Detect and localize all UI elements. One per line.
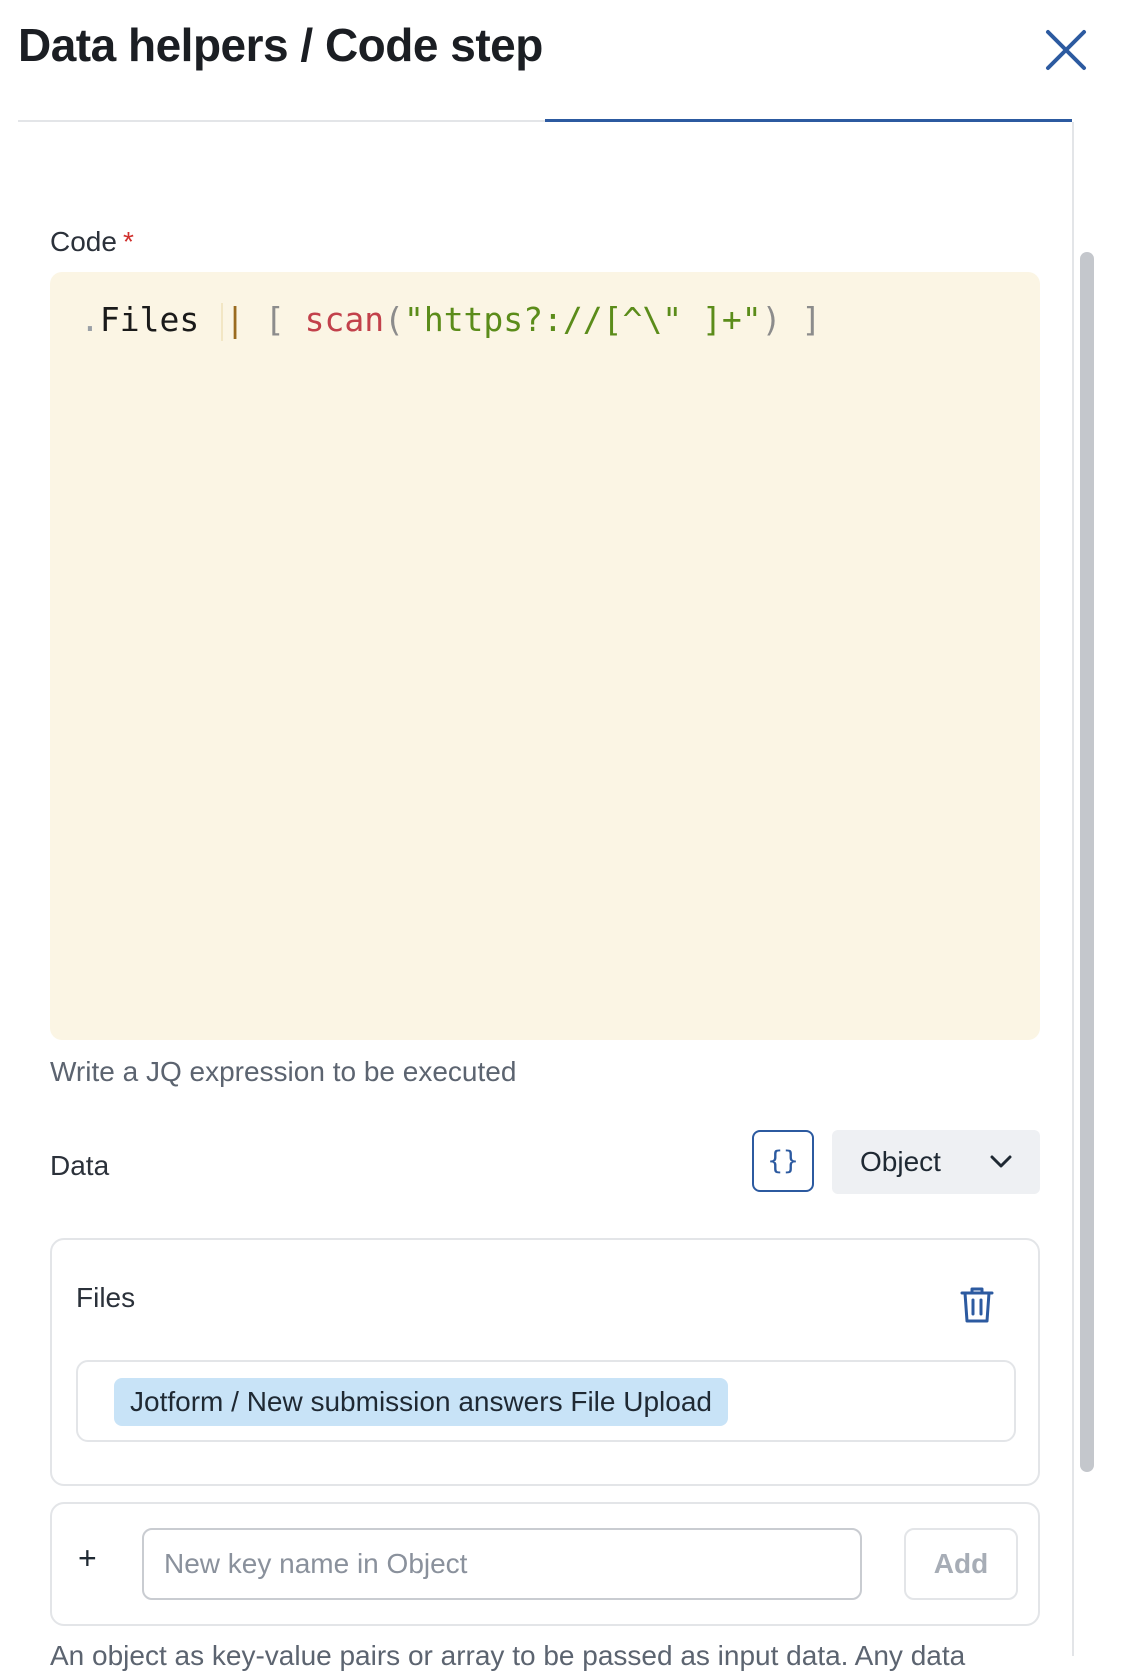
- tab-active-indicator: [545, 119, 1072, 122]
- data-label: Data: [50, 1150, 110, 1181]
- code-line: .Files | [ scan("https?://[^\" ]+") ]: [80, 300, 821, 341]
- entry-key-label: Files: [76, 1282, 136, 1313]
- variable-token[interactable]: Jotform / New submission answers File Up…: [114, 1378, 728, 1426]
- code-token-open-bracket: [: [264, 300, 285, 339]
- code-token-open-paren: (: [384, 300, 404, 339]
- braces-icon: {}: [767, 1146, 799, 1176]
- scrollbar-thumb[interactable]: [1080, 252, 1094, 1472]
- close-button[interactable]: [1036, 20, 1096, 80]
- add-key-button[interactable]: Add: [904, 1528, 1018, 1600]
- close-icon: [1046, 30, 1086, 70]
- data-description-text: An object as key-value pairs or array to…: [50, 1640, 966, 1671]
- trash-icon: [960, 1287, 994, 1323]
- new-key-input[interactable]: [142, 1528, 862, 1600]
- data-type-select[interactable]: Object: [832, 1130, 1040, 1194]
- code-label-text: Code: [50, 226, 117, 257]
- code-token-close-bracket: ]: [801, 300, 822, 339]
- code-helper-text: Write a JQ expression to be executed: [50, 1056, 517, 1087]
- plus-icon: +: [78, 1540, 97, 1576]
- code-token-string: "https?://[^\" ]+": [403, 300, 762, 339]
- code-token-close-paren: ): [761, 300, 782, 339]
- text-cursor: [221, 302, 224, 341]
- entry-value-field[interactable]: Jotform / New submission answers File Up…: [76, 1360, 1016, 1442]
- code-token-dot: .: [80, 300, 100, 339]
- chevron-down-icon: [990, 1155, 1012, 1168]
- code-label: Code *: [50, 226, 134, 258]
- code-token-identifier: Files: [99, 300, 200, 339]
- json-mode-toggle[interactable]: {}: [752, 1130, 814, 1192]
- data-entry-card: Files Jotform / New submission answers F…: [50, 1238, 1040, 1486]
- new-key-card: + Add: [50, 1502, 1040, 1626]
- required-marker: *: [122, 226, 134, 257]
- data-type-value: Object: [860, 1146, 941, 1177]
- code-token-pipe: |: [225, 300, 245, 339]
- delete-entry-button[interactable]: [954, 1282, 1000, 1328]
- panel-title: Data helpers / Code step: [18, 19, 543, 71]
- code-editor[interactable]: .Files | [ scan("https?://[^\" ]+") ]: [50, 272, 1040, 1040]
- code-token-function: scan: [304, 300, 385, 339]
